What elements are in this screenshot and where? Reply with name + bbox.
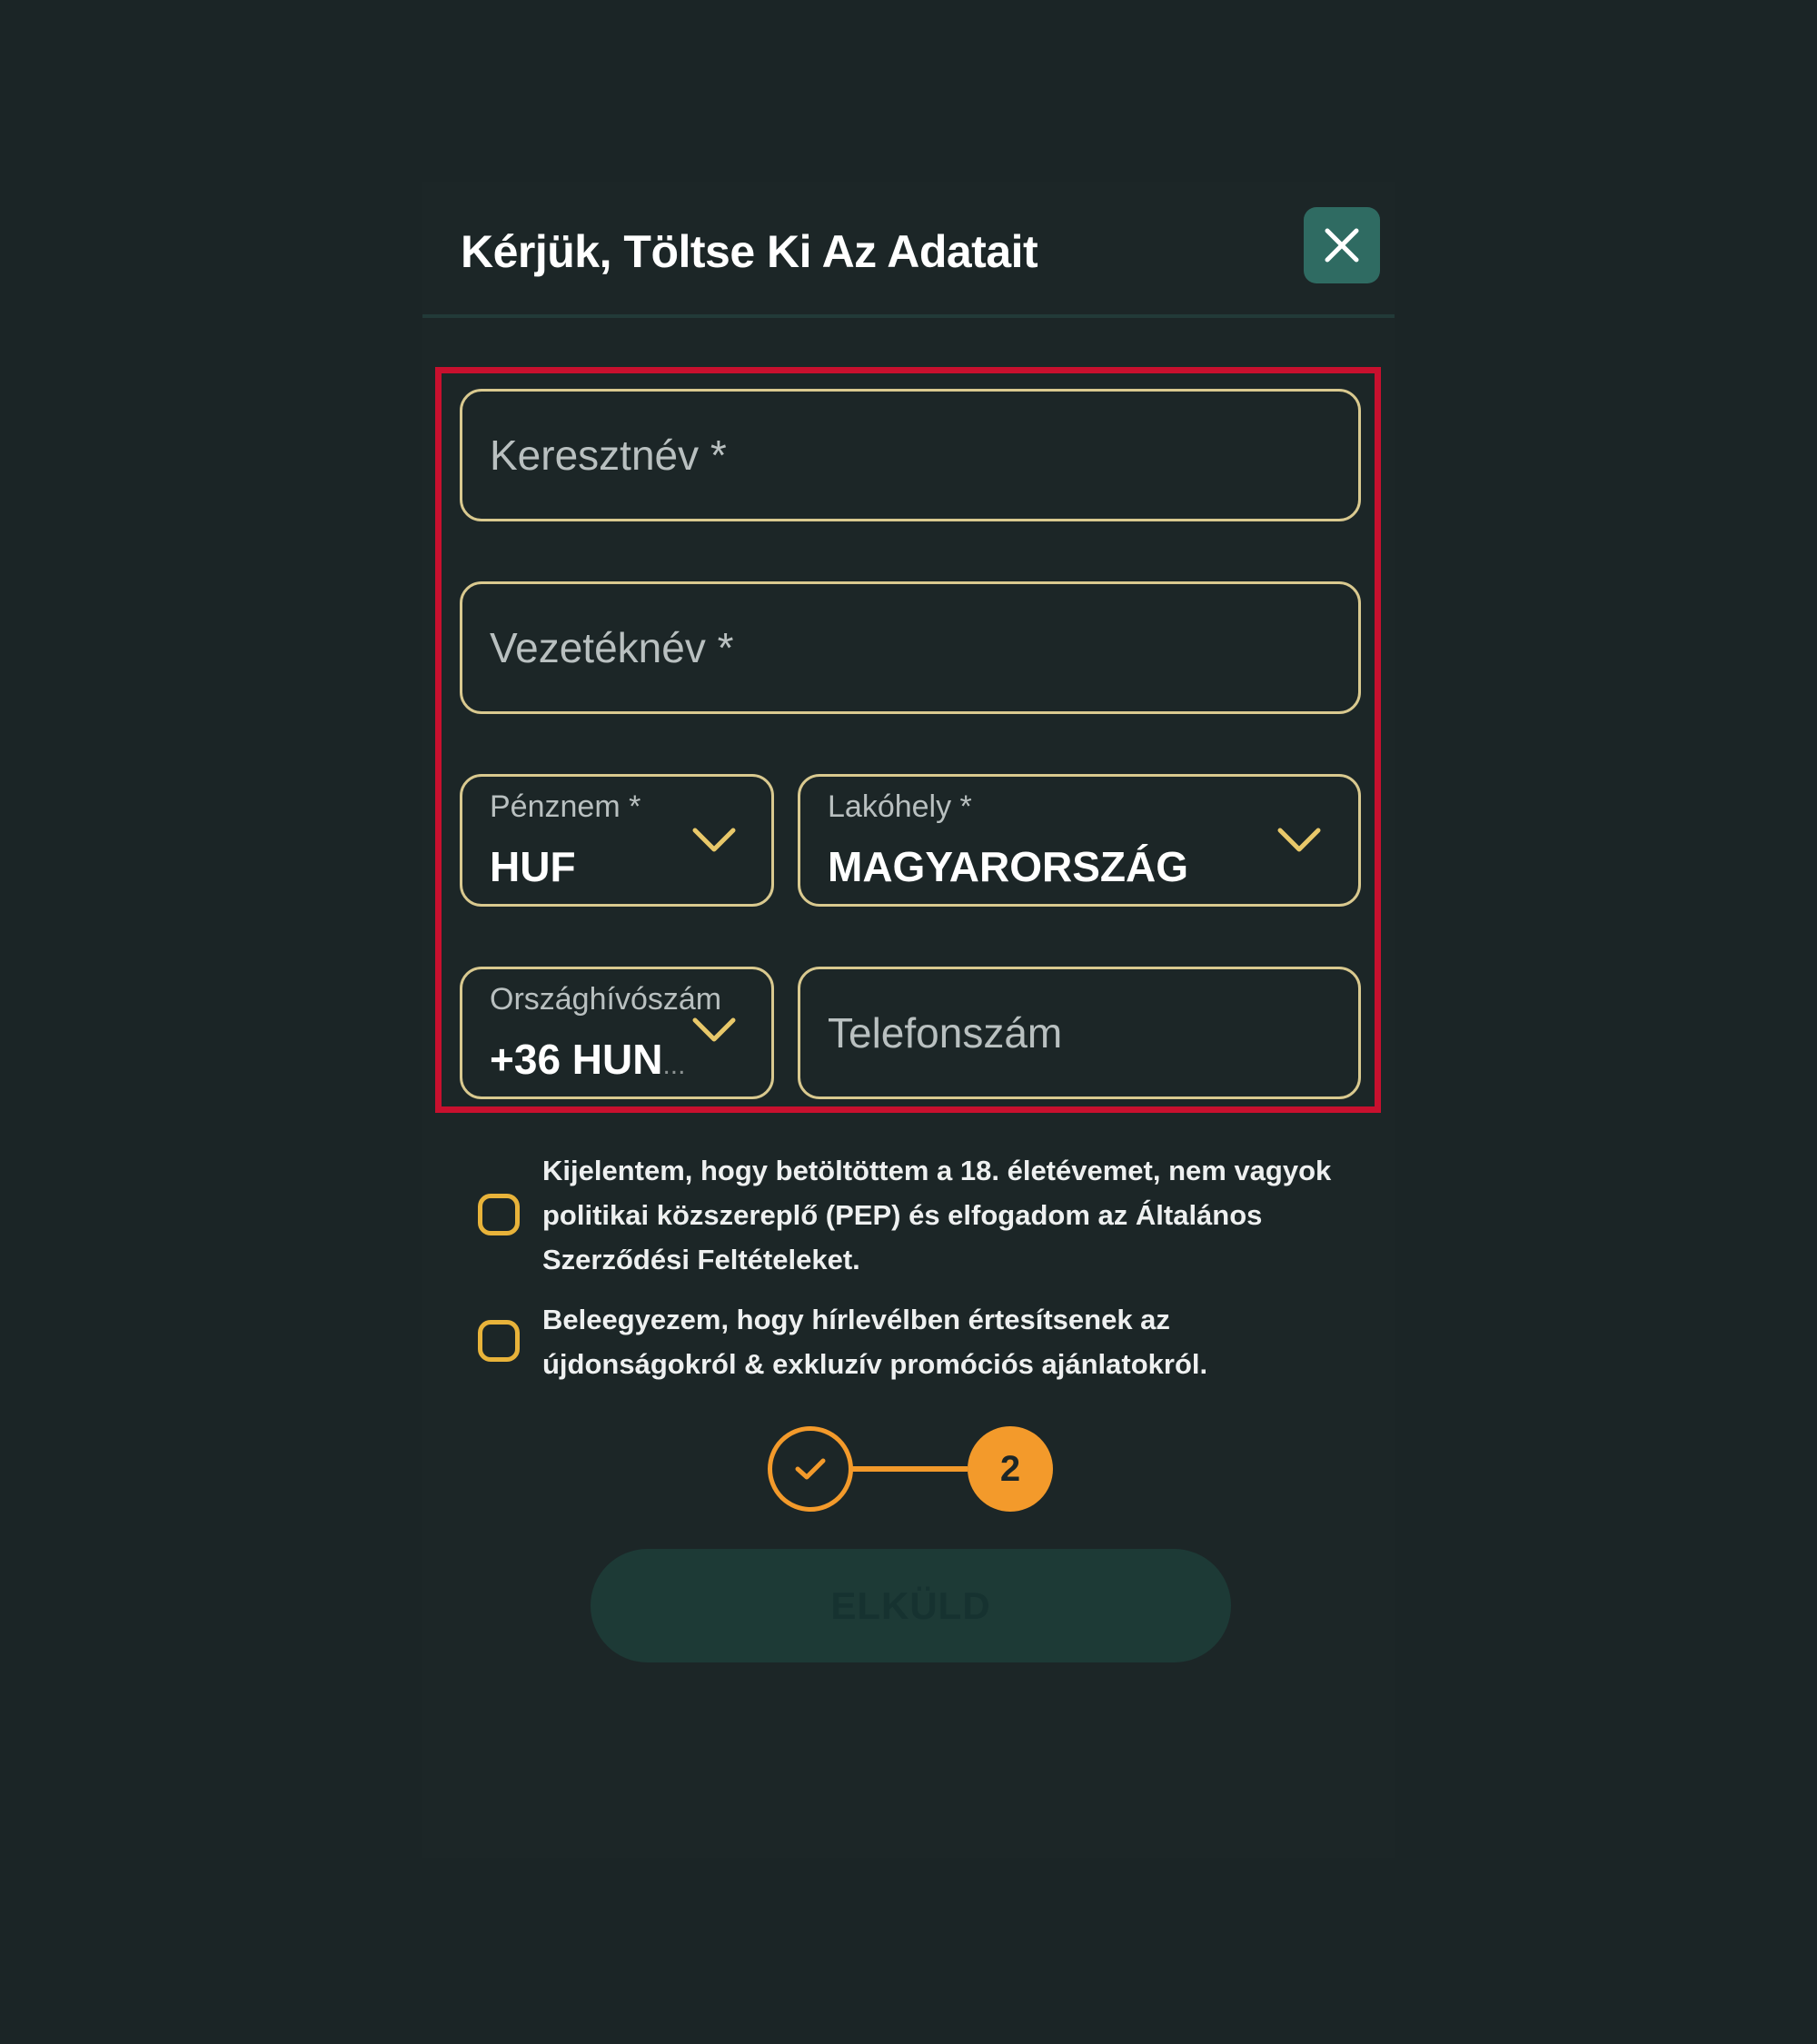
age-terms-checkbox[interactable]	[478, 1194, 520, 1235]
step-1-completed	[768, 1426, 853, 1512]
modal-header: Kérjük, Töltse Ki Az Adatait	[422, 182, 1395, 318]
page: Kérjük, Töltse Ki Az Adatait Keresztnév …	[0, 0, 1817, 2044]
close-button[interactable]	[1304, 207, 1380, 283]
step-2-current: 2	[968, 1426, 1053, 1512]
progress-stepper: 2	[768, 1426, 1054, 1512]
close-icon	[1325, 228, 1359, 263]
newsletter-checkbox[interactable]	[478, 1320, 520, 1362]
consent-age-terms: Kijelentem, hogy betöltöttem a 18. életé…	[478, 1148, 1350, 1285]
age-terms-text: Kijelentem, hogy betöltöttem a 18. életé…	[542, 1155, 1332, 1275]
newsletter-text: Beleegyezem, hogy hírlevélben értesítsen…	[542, 1304, 1208, 1380]
stepper-connector	[849, 1466, 968, 1472]
highlight-box	[435, 367, 1381, 1113]
submit-button[interactable]: ELKÜLD	[591, 1549, 1231, 1662]
check-icon	[795, 1458, 826, 1480]
modal-title: Kérjük, Töltse Ki Az Adatait	[461, 226, 1038, 277]
consent-newsletter: Beleegyezem, hogy hírlevélben értesítsen…	[478, 1297, 1350, 1388]
